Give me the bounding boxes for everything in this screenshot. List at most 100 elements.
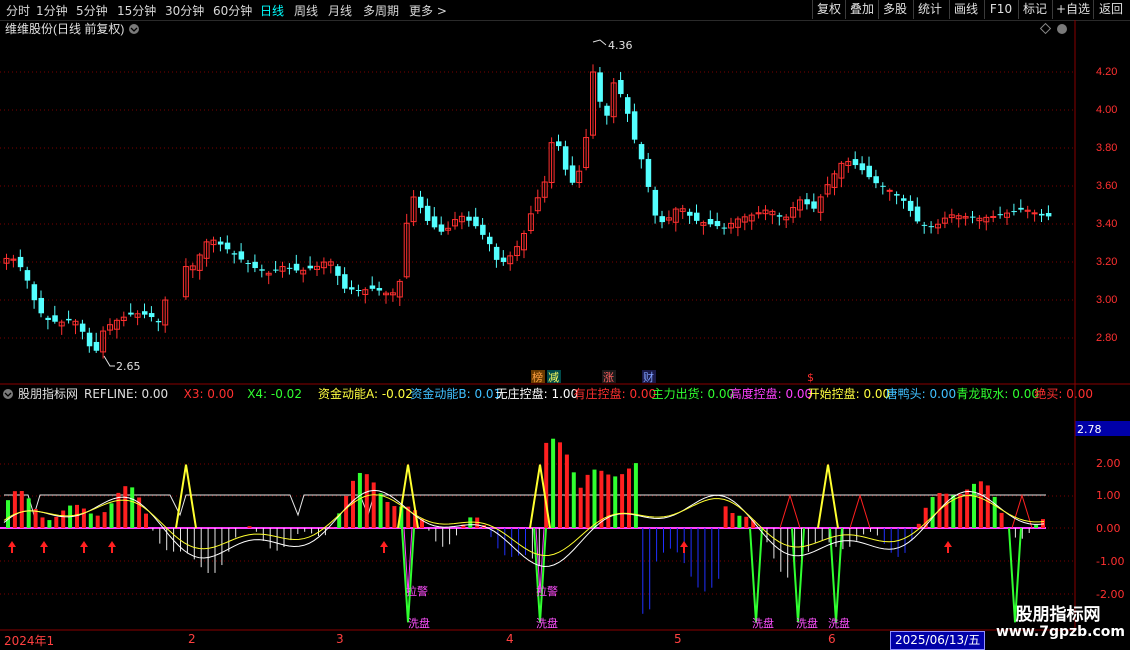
buy-arrow-icon xyxy=(680,541,688,553)
candle-body xyxy=(901,198,907,201)
green-spike xyxy=(533,527,547,623)
period-daily[interactable]: 日线 xyxy=(260,2,284,19)
tag-dollar: $ xyxy=(807,371,814,384)
candle-body xyxy=(286,267,293,269)
histogram-bar xyxy=(985,485,990,528)
period-multi[interactable]: 多周期 xyxy=(363,2,399,19)
candle-body xyxy=(921,224,928,226)
candle-body xyxy=(45,317,51,320)
candle-body xyxy=(342,274,348,289)
candle-body xyxy=(38,297,44,314)
candle-body xyxy=(714,221,721,227)
event-tags: 榜 减 涨 财 $ xyxy=(531,370,814,384)
histogram-bar xyxy=(12,491,17,528)
candle-body xyxy=(562,146,569,170)
fuquan-button[interactable]: 复权 xyxy=(812,0,845,19)
chart-canvas[interactable]: 维维股份(日线 前复权) 4.20 4.00 3.80 3.60 3.40 3.… xyxy=(0,20,1130,650)
stats-button[interactable]: 统计 xyxy=(913,0,946,19)
candle-body xyxy=(466,216,472,221)
watermark: 股朋指标网 www.7gpzb.com xyxy=(996,600,1125,644)
candle-body xyxy=(990,216,997,219)
buy-arrow-icon xyxy=(944,541,952,553)
candle-body xyxy=(335,266,341,276)
candle-body xyxy=(17,256,24,268)
histogram-bar xyxy=(978,481,983,528)
multi-stock-button[interactable]: 多股 xyxy=(878,0,911,19)
time-label: 6 xyxy=(828,632,836,646)
mark-button[interactable]: 标记 xyxy=(1018,0,1051,19)
tag-zhang: 涨 xyxy=(603,371,614,384)
candle-body xyxy=(928,226,935,228)
indicator-value-6: 有庄控盘: 0.00 xyxy=(574,386,657,401)
candle-body xyxy=(1031,212,1038,215)
period-weekly[interactable]: 周线 xyxy=(294,2,318,19)
period-more[interactable]: 更多 > xyxy=(409,2,447,19)
candle-body xyxy=(231,253,238,255)
time-label: 5 xyxy=(674,632,682,646)
candle-body xyxy=(1011,211,1017,213)
candle-body xyxy=(66,318,72,321)
candle-body xyxy=(217,241,224,245)
dropdown-icon[interactable] xyxy=(129,24,139,34)
histogram-bar xyxy=(551,438,556,528)
settings-circle-icon[interactable] xyxy=(1057,24,1067,34)
period-15min[interactable]: 15分钟 xyxy=(117,2,156,19)
candle-body xyxy=(652,189,659,216)
period-fenshi[interactable]: 分时 xyxy=(6,2,30,19)
indicator-value-1: X3: 0.00 xyxy=(184,387,234,401)
histogram-bar xyxy=(944,493,949,528)
period-5min[interactable]: 5分钟 xyxy=(76,2,108,19)
candle-body xyxy=(873,176,879,184)
histogram-bar xyxy=(88,513,93,528)
histogram-bar xyxy=(109,503,114,528)
candle-body xyxy=(1039,213,1045,216)
indicator-annotation: 拉警 xyxy=(536,584,558,598)
indicator-values: REFLINE: 0.00 X3: 0.00 X4: -0.02 资金动能A: -0.… xyxy=(84,386,1093,401)
indicator-value-2: X4: -0.02 xyxy=(247,387,302,401)
tag-cai: 财 xyxy=(643,370,654,384)
histogram-bar xyxy=(468,517,473,528)
indicator-value-3: 资金动能A: -0.02 xyxy=(318,386,413,401)
indicator-value-10: 唐鸭头: 0.00 xyxy=(886,386,957,401)
candle-body xyxy=(866,165,872,178)
candle-body xyxy=(148,313,155,318)
period-monthly[interactable]: 月线 xyxy=(328,2,352,19)
histogram-bar xyxy=(54,516,59,528)
red-spike xyxy=(1011,493,1033,529)
candle-body xyxy=(556,141,562,147)
draw-line-button[interactable]: 画线 xyxy=(949,0,982,19)
candle-body xyxy=(93,341,100,351)
candle-body xyxy=(659,216,665,223)
histogram-bar xyxy=(75,504,79,528)
histogram-bar xyxy=(102,512,107,528)
histogram-bar xyxy=(6,500,10,528)
candle-body xyxy=(418,196,424,208)
overlay-button[interactable]: 叠加 xyxy=(845,0,878,19)
buy-arrow-icon xyxy=(80,541,88,553)
min-price-label: 2.65 xyxy=(116,360,141,373)
diamond-icon[interactable] xyxy=(1039,22,1052,35)
add-watchlist-button[interactable]: +自选 xyxy=(1052,0,1093,19)
current-date-box: 2025/06/13/五 xyxy=(890,631,986,650)
indicator-annotation: 洗盘 xyxy=(408,616,430,630)
f10-button[interactable]: F10 xyxy=(984,0,1017,19)
histogram-bar xyxy=(364,474,369,528)
candle-body xyxy=(238,251,245,260)
candle-body xyxy=(259,269,265,271)
histogram-bar xyxy=(585,474,590,528)
price-tick: 2.80 xyxy=(1096,332,1117,344)
candle-body xyxy=(1045,213,1052,217)
period-60min[interactable]: 60分钟 xyxy=(213,2,252,19)
candle-body xyxy=(79,323,86,332)
histogram-bar xyxy=(378,493,383,528)
candle-body xyxy=(597,72,603,102)
indicator-name[interactable]: 股朋指标网 xyxy=(18,386,78,401)
indicator-value-12: 绝买: 0.00 xyxy=(1034,386,1093,401)
period-1min[interactable]: 1分钟 xyxy=(36,2,68,19)
back-button[interactable]: 返回 xyxy=(1093,0,1128,19)
period-30min[interactable]: 30分钟 xyxy=(165,2,204,19)
indicator-menu-icon[interactable] xyxy=(3,389,13,399)
candle-body xyxy=(52,315,58,322)
candle-body xyxy=(369,285,376,289)
histogram-bar xyxy=(578,487,583,528)
